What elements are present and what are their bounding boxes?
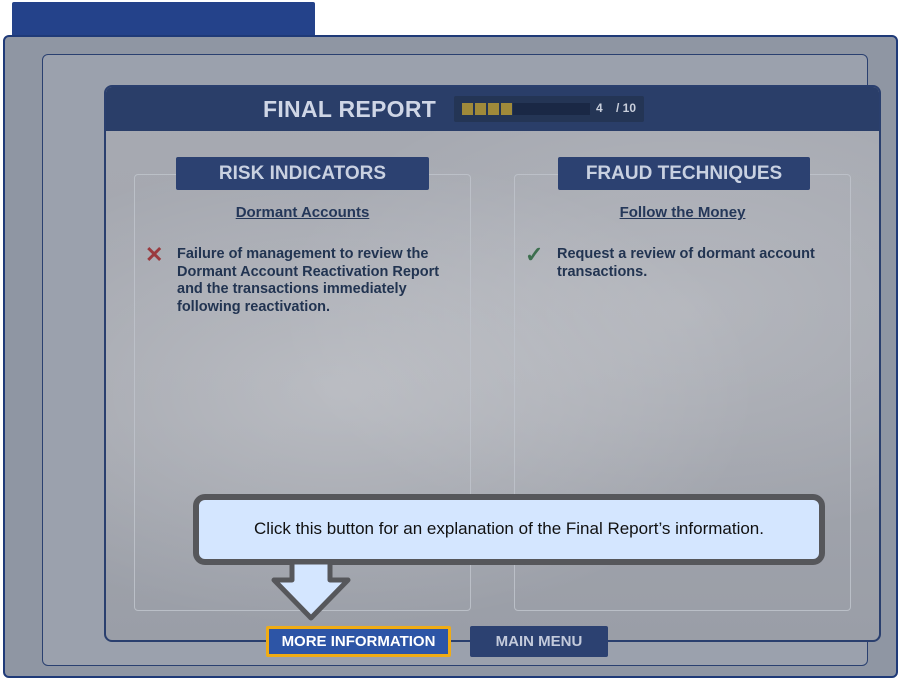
callout-text: Click this button for an explanation of …	[254, 519, 764, 538]
progress-indicator: 4 / 10	[454, 96, 644, 122]
fraud-technique-text: Request a review of dormant account tran…	[557, 246, 815, 280]
fraud-techniques-subheading: Follow the Money	[619, 204, 746, 221]
progress-current: 4	[596, 101, 603, 115]
progress-bar	[462, 103, 590, 115]
main-menu-button[interactable]: MAIN MENU	[470, 626, 608, 657]
risk-indicators-heading: RISK INDICATORS	[176, 157, 429, 190]
progress-total: / 10	[616, 101, 637, 115]
top-tab	[12, 2, 315, 38]
report-header: FINAL REPORT 4 / 10	[106, 87, 879, 131]
risk-indicators-subheading: Dormant Accounts	[235, 204, 370, 221]
fraud-techniques-heading: FRAUD TECHNIQUES	[558, 157, 810, 190]
check-mark-icon: ✓	[525, 242, 544, 267]
risk-indicator-text: Failure of management to review the Dorm…	[177, 246, 440, 315]
tooltip-callout: Click this button for an explanation of …	[193, 494, 825, 565]
main-frame: FINAL REPORT 4 / 10 RISK INDICATORS Dorm…	[3, 35, 898, 678]
down-arrow-icon	[271, 560, 351, 621]
report-title: FINAL REPORT	[263, 96, 437, 122]
more-information-button[interactable]: MORE INFORMATION	[266, 626, 451, 657]
x-mark-icon: ✕	[145, 242, 164, 267]
inner-frame: FINAL REPORT 4 / 10 RISK INDICATORS Dorm…	[42, 54, 881, 666]
progress-fill	[462, 103, 514, 115]
